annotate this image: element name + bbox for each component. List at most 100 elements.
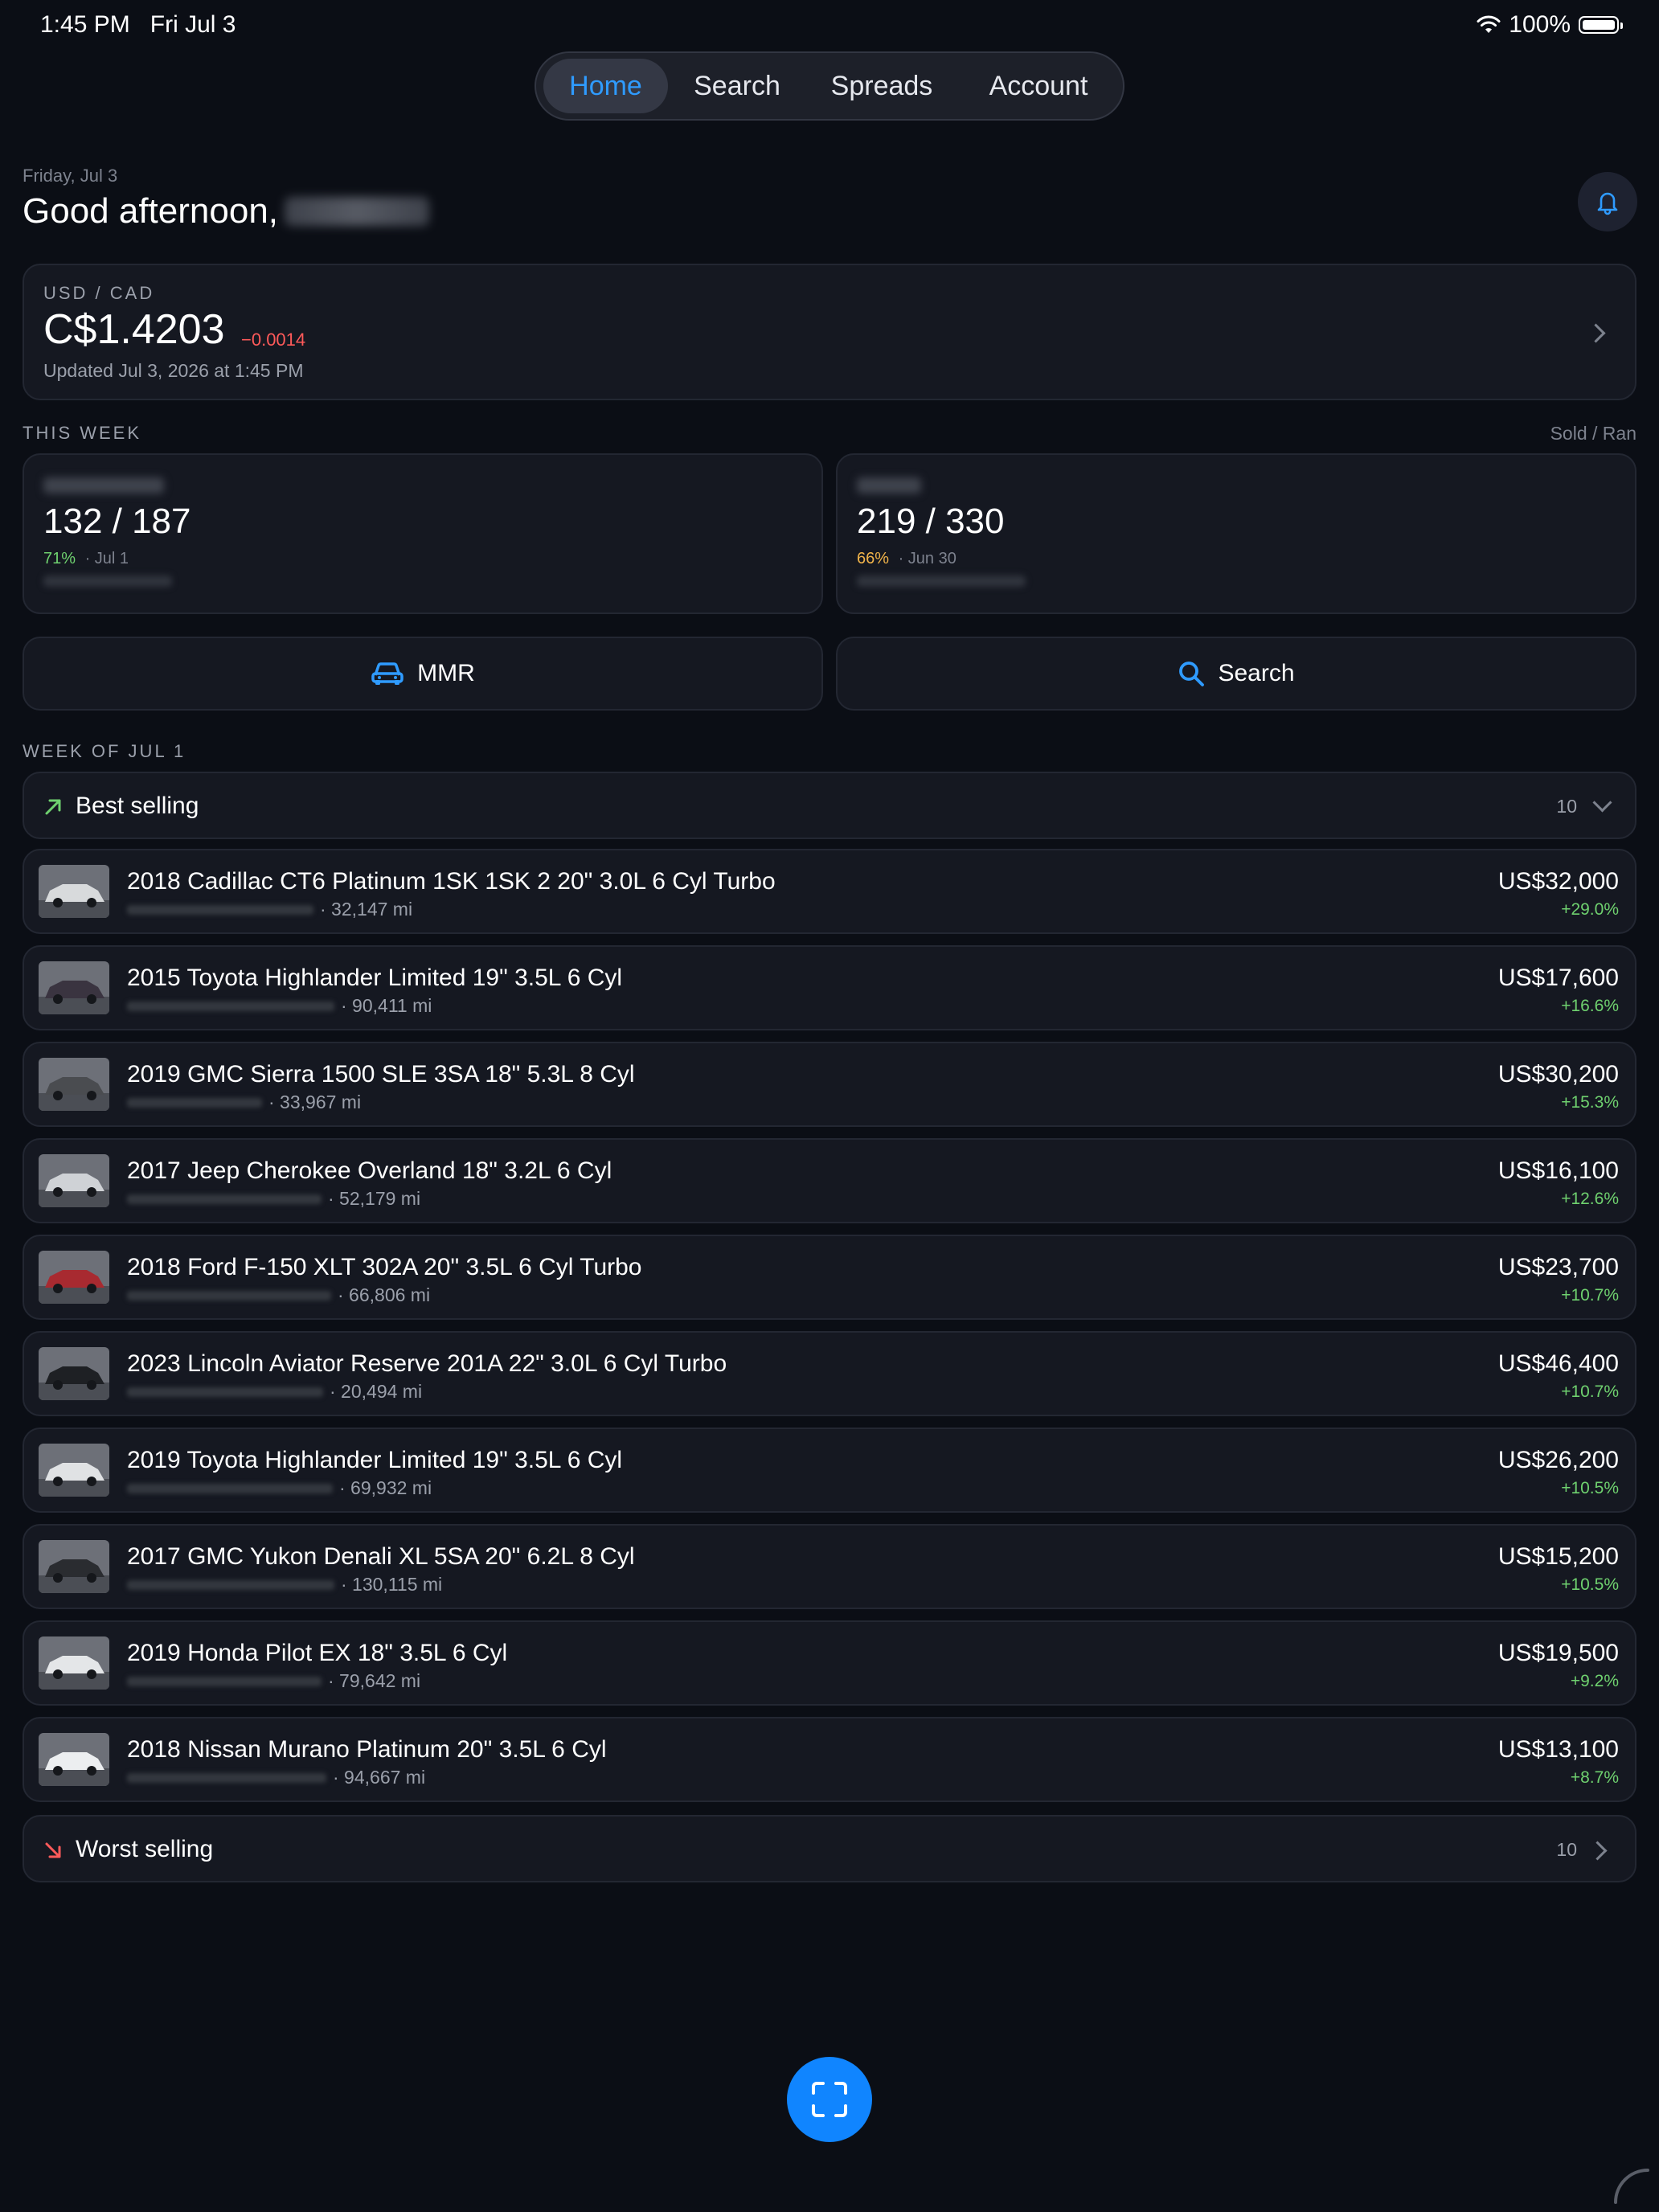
redacted-subtitle: [43, 576, 172, 587]
redacted-location: [127, 1579, 334, 1590]
vehicle-title: 2019 Toyota Highlander Limited 19" 3.5L …: [127, 1447, 623, 1473]
scan-button[interactable]: [787, 2057, 872, 2142]
wifi-icon: [1477, 15, 1501, 33]
redacted-location: [127, 1772, 326, 1783]
best-selling-header[interactable]: Best selling 10: [23, 772, 1636, 839]
vehicle-row[interactable]: 2018 Nissan Murano Platinum 20" 3.5L 6 C…: [23, 1717, 1636, 1802]
search-icon: [1179, 662, 1205, 686]
vehicle-subtitle: · 20,494 mi: [127, 1381, 422, 1403]
vehicle-title: 2019 Honda Pilot EX 18" 3.5L 6 Cyl: [127, 1640, 508, 1666]
vehicle-row[interactable]: 2018 Cadillac CT6 Platinum 1SK 1SK 2 20"…: [23, 849, 1636, 934]
redacted-location: [127, 1483, 333, 1493]
redacted-location: [127, 904, 313, 915]
tab-home[interactable]: Home: [543, 59, 668, 113]
vehicle-title: 2019 GMC Sierra 1500 SLE 3SA 18" 5.3L 8 …: [127, 1061, 635, 1088]
vehicle-row[interactable]: 2017 GMC Yukon Denali XL 5SA 20" 6.2L 8 …: [23, 1524, 1636, 1609]
worst-selling-header[interactable]: Worst selling 10: [23, 1815, 1636, 1882]
tab-spreads[interactable]: Spreads: [809, 59, 954, 113]
redacted-user-name: [285, 197, 430, 226]
vehicle-subtitle: · 79,642 mi: [127, 1670, 420, 1692]
mmr-button[interactable]: MMR: [23, 637, 823, 711]
vehicle-price-change: +12.6%: [1561, 1190, 1619, 1208]
vehicle-price: US$19,500: [1497, 1640, 1619, 1666]
vehicle-subtitle: · 52,179 mi: [127, 1188, 420, 1210]
redacted-location: [127, 1194, 322, 1204]
vehicle-price: US$17,600: [1497, 965, 1619, 991]
sell-through-percent: 66% · Jun 30: [857, 550, 956, 568]
vehicle-thumbnail: [39, 1636, 109, 1690]
vehicle-price: US$32,000: [1497, 868, 1619, 895]
sale-date: · Jun 30: [898, 550, 956, 567]
vehicle-thumbnail: [39, 1733, 109, 1786]
week-stat-card[interactable]: 132 / 187 71% · Jul 1: [23, 453, 823, 614]
redacted-location: [127, 1001, 334, 1011]
vehicle-mileage: · 94,667 mi: [333, 1767, 426, 1788]
vehicle-price-change: +10.7%: [1561, 1382, 1619, 1401]
vehicle-thumbnail: [39, 1251, 109, 1304]
status-bar: 1:45 PM Fri Jul 3 100%: [0, 0, 1659, 51]
vehicle-subtitle: · 94,667 mi: [127, 1767, 425, 1788]
vehicle-price-change: +15.3%: [1561, 1093, 1619, 1112]
vehicle-price: US$30,200: [1497, 1061, 1619, 1088]
vehicle-row[interactable]: 2015 Toyota Highlander Limited 19" 3.5L …: [23, 945, 1636, 1030]
vehicle-row[interactable]: 2018 Ford F-150 XLT 302A 20" 3.5L 6 Cyl …: [23, 1235, 1636, 1320]
vehicle-thumbnail: [39, 1347, 109, 1400]
status-indicators: 100%: [1477, 11, 1623, 39]
battery-percent: 100%: [1509, 11, 1571, 38]
tab-account[interactable]: Account: [966, 59, 1111, 113]
vehicle-thumbnail: [39, 865, 109, 918]
mmr-label: MMR: [417, 660, 475, 686]
best-selling-count: 10: [1556, 796, 1577, 817]
vehicle-mileage: · 52,179 mi: [328, 1188, 421, 1209]
vehicle-title: 2018 Cadillac CT6 Platinum 1SK 1SK 2 20"…: [127, 868, 776, 895]
chevron-down-icon: [1592, 793, 1612, 813]
notifications-button[interactable]: [1578, 172, 1637, 231]
week-stat-card[interactable]: 219 / 330 66% · Jun 30: [836, 453, 1636, 614]
tab-search[interactable]: Search: [677, 59, 797, 113]
redacted-location: [127, 1676, 322, 1686]
vehicle-subtitle: · 90,411 mi: [127, 995, 432, 1017]
redacted-location: [127, 1097, 262, 1108]
vehicle-row[interactable]: 2019 Honda Pilot EX 18" 3.5L 6 Cyl · 79,6…: [23, 1620, 1636, 1706]
vehicle-price: US$26,200: [1497, 1447, 1619, 1473]
vehicle-thumbnail: [39, 1058, 109, 1111]
vehicle-price: US$15,200: [1497, 1543, 1619, 1570]
fx-rate-card[interactable]: USD / CAD C$1.4203 −0.0014 Updated Jul 3…: [23, 264, 1636, 400]
vehicle-price-change: +9.2%: [1570, 1672, 1619, 1690]
vehicle-mileage: · 20,494 mi: [330, 1381, 423, 1402]
redacted-location: [127, 1290, 331, 1301]
vehicle-title: 2023 Lincoln Aviator Reserve 201A 22" 3.…: [127, 1350, 727, 1377]
redacted-location-name: [43, 477, 164, 494]
vehicle-row[interactable]: 2019 Toyota Highlander Limited 19" 3.5L …: [23, 1428, 1636, 1513]
clock: 1:45 PM: [40, 11, 130, 38]
vehicle-mileage: · 32,147 mi: [320, 899, 413, 920]
search-button[interactable]: Search: [836, 637, 1636, 711]
vehicle-mileage: · 130,115 mi: [341, 1574, 443, 1595]
vehicle-price-change: +10.7%: [1561, 1286, 1619, 1305]
vehicle-row[interactable]: 2019 GMC Sierra 1500 SLE 3SA 18" 5.3L 8 …: [23, 1042, 1636, 1127]
best-selling-title: Best selling: [76, 793, 199, 819]
this-week-label: THIS WEEK: [23, 423, 142, 443]
fx-rate-value: C$1.4203: [43, 306, 225, 353]
vehicle-mileage: · 90,411 mi: [341, 995, 432, 1016]
vehicle-thumbnail: [39, 1444, 109, 1497]
vehicle-title: 2018 Nissan Murano Platinum 20" 3.5L 6 C…: [127, 1736, 607, 1763]
status-time: 1:45 PM Fri Jul 3: [40, 11, 236, 39]
vehicle-thumbnail: [39, 961, 109, 1014]
vehicle-row[interactable]: 2017 Jeep Cherokee Overland 18" 3.2L 6 C…: [23, 1138, 1636, 1223]
fx-updated-time: Updated Jul 3, 2026 at 1:45 PM: [43, 360, 304, 381]
percent-value: 71%: [43, 550, 76, 567]
worst-selling-title: Worst selling: [76, 1836, 214, 1862]
current-date: Friday, Jul 3: [23, 166, 118, 186]
chevron-right-icon: [1587, 1841, 1608, 1861]
vehicle-row[interactable]: 2023 Lincoln Aviator Reserve 201A 22" 3.…: [23, 1331, 1636, 1416]
sell-through-percent: 71% · Jul 1: [43, 550, 129, 568]
vehicle-price-change: +8.7%: [1570, 1768, 1619, 1787]
vehicle-mileage: · 79,642 mi: [328, 1670, 421, 1691]
vehicle-price-change: +16.6%: [1561, 997, 1619, 1015]
redacted-subtitle: [857, 576, 1026, 587]
vehicle-subtitle: · 69,932 mi: [127, 1477, 432, 1499]
battery-icon: [1579, 16, 1623, 34]
vehicle-price-change: +29.0%: [1561, 900, 1619, 919]
trend-up-icon: [45, 799, 61, 815]
